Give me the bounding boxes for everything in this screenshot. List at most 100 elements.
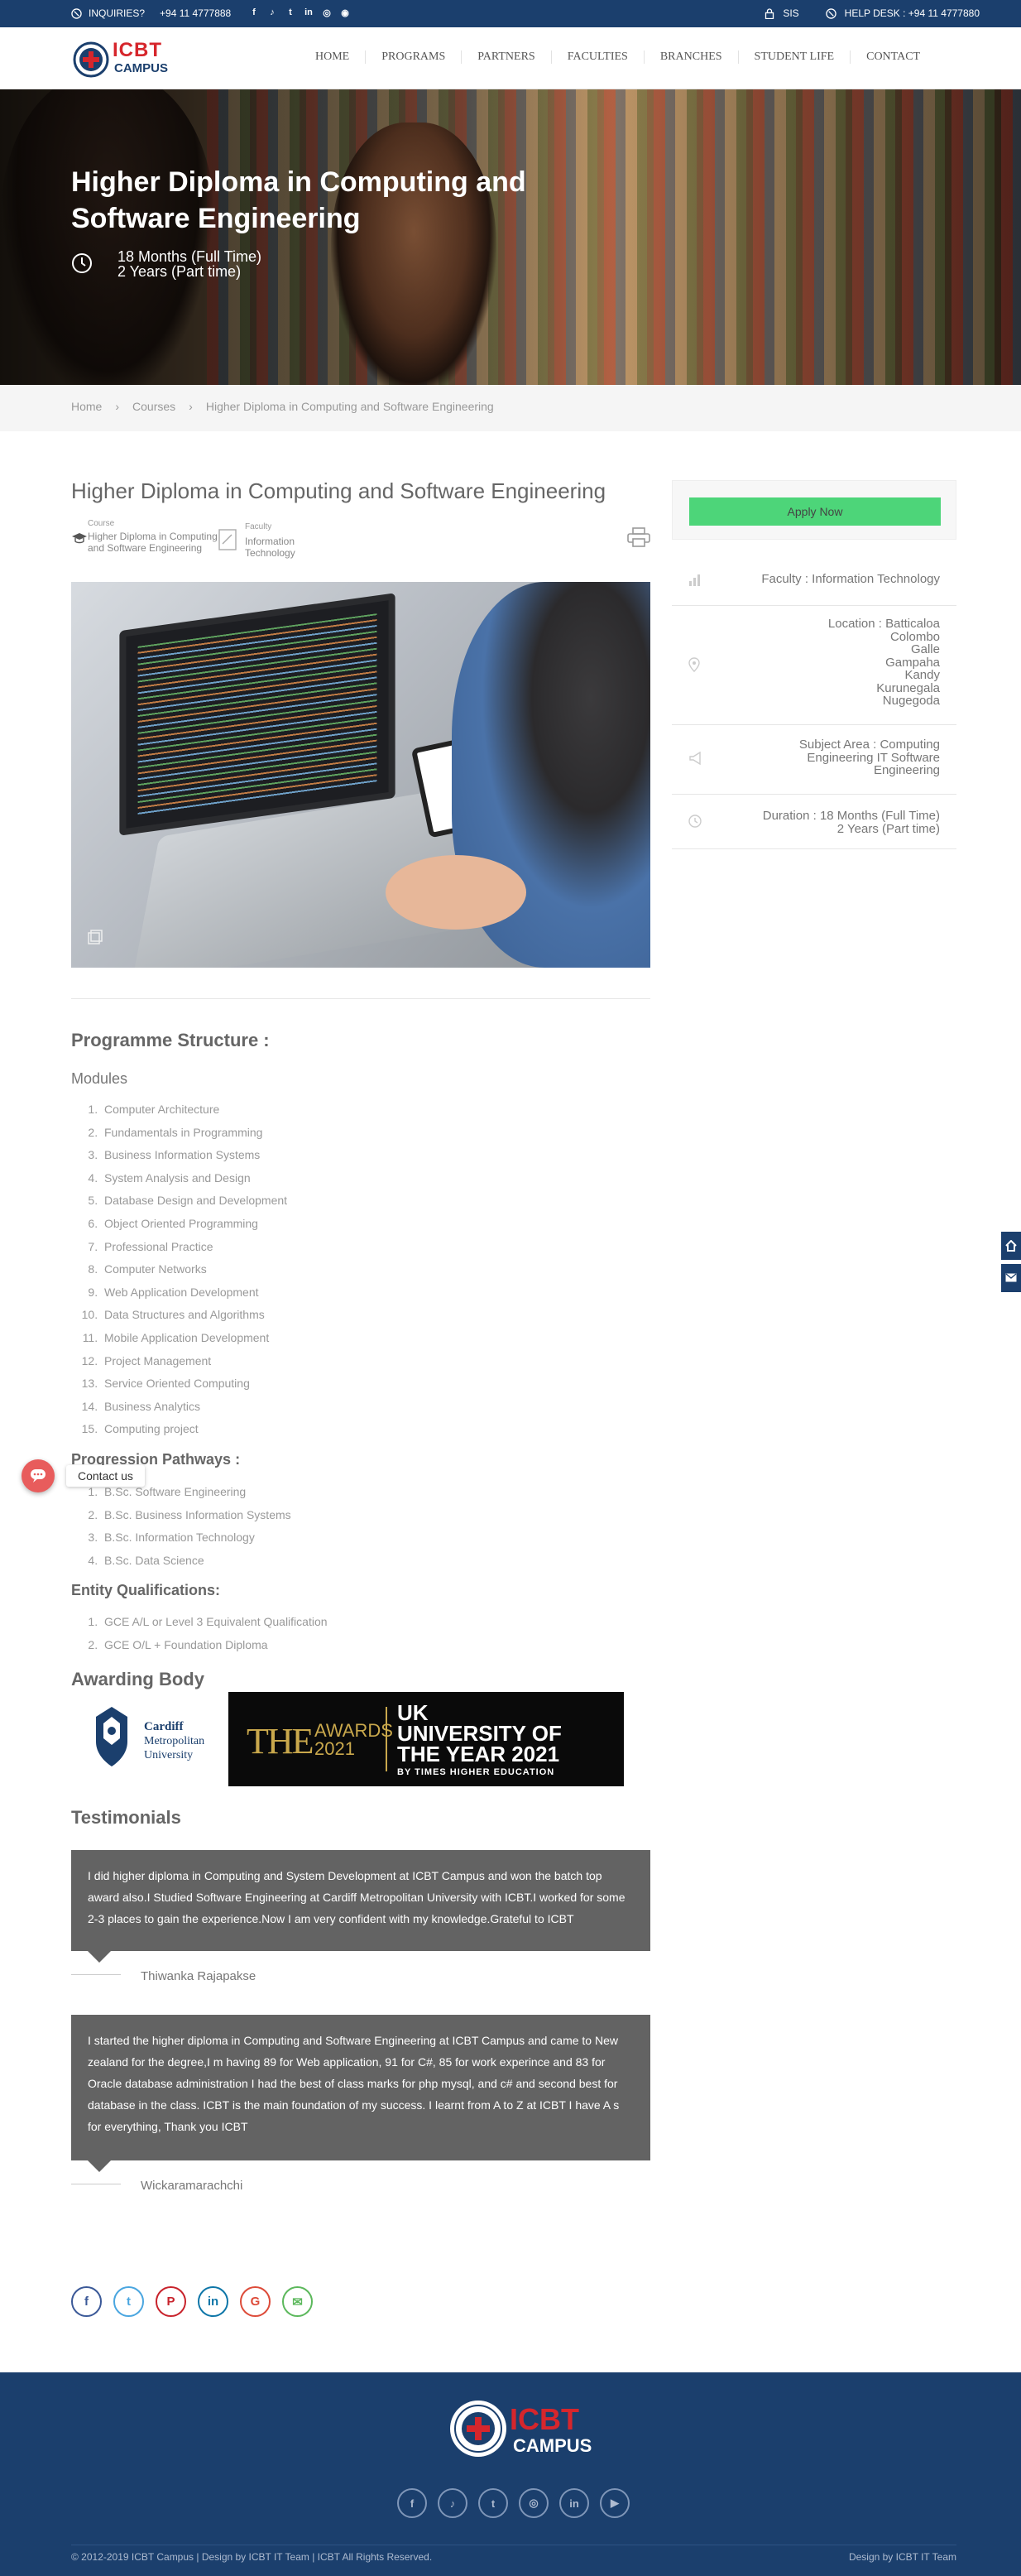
facebook-icon[interactable]: f: [248, 7, 260, 18]
sidebar-subject: Subject Area : Computing Engineering IT …: [672, 725, 956, 795]
sidebar-location: Location : Batticaloa Colombo Galle Gamp…: [672, 606, 956, 725]
chevron-right-icon: ›: [189, 400, 193, 413]
mail-icon: [1005, 1273, 1017, 1282]
footer-logo-top: ICBT: [510, 2402, 579, 2436]
tiktok-icon[interactable]: ♪: [266, 7, 278, 18]
list-item: Business Information Systems: [101, 1144, 287, 1167]
sidebar-location-item: Colombo: [889, 629, 940, 644]
breadcrumb-courses[interactable]: Courses: [132, 400, 175, 413]
footer-logo[interactable]: ICBT CAMPUS: [448, 2399, 592, 2458]
whatsapp-icon[interactable]: ◉: [339, 7, 351, 18]
list-item: Service Oriented Computing: [101, 1372, 287, 1396]
share-linkedin-icon[interactable]: in: [198, 2286, 228, 2317]
sidebar-faculty: Faculty : Information Technology: [672, 556, 956, 606]
inquiries-label: INQUIRIES?: [89, 7, 146, 19]
sidebar-subject-text: Subject Area : Computing Engineering IT …: [798, 738, 940, 777]
chat-icon: [30, 1468, 46, 1483]
footer-twitter-icon[interactable]: t: [478, 2488, 508, 2518]
apply-now-button[interactable]: Apply Now: [689, 497, 941, 526]
entry-qualifications-heading: Entity Qualifications:: [71, 1582, 221, 1598]
list-item: Fundamentals in Programming: [101, 1122, 287, 1145]
nav-home[interactable]: HOME: [300, 50, 365, 64]
awarding-body-heading: Awarding Body: [71, 1669, 204, 1689]
top-right: SIS HELP DESK : +94 11 4777880: [765, 7, 980, 19]
icbt-logo[interactable]: ICBT CAMPUS: [73, 39, 168, 78]
footer-linkedin-icon[interactable]: in: [559, 2488, 589, 2518]
the-awards-banner: THE AWARDS 2021 UK UNIVERSITY OF THE YEA…: [228, 1692, 624, 1786]
testimonial-author: Thiwanka Rajapakse: [141, 1969, 256, 1983]
share-twitter-icon[interactable]: t: [113, 2286, 144, 2317]
nav-faculties[interactable]: FACULTIES: [550, 50, 644, 64]
top-social: f ♪ t in ◎ ◉: [248, 7, 351, 18]
main-nav: HOME PROGRAMS PARTNERS FACULTIES BRANCHE…: [300, 50, 936, 64]
list-item: B.Sc. Information Technology: [101, 1526, 291, 1550]
footer-tiktok-icon[interactable]: ♪: [438, 2488, 467, 2518]
helpdesk-phone-icon: [825, 7, 836, 19]
sis-link[interactable]: SIS: [783, 7, 798, 19]
list-item: Mobile Application Development: [101, 1327, 287, 1350]
sidebar-location-item: Galle: [910, 642, 940, 656]
course-image: [71, 582, 650, 968]
clock-icon: [71, 252, 93, 274]
top-bar: INQUIRIES? +94 11 4777888 f ♪ t in ◎ ◉ S…: [0, 0, 1021, 27]
footer-social: f ♪ t ◎ in ▶: [397, 2488, 630, 2518]
sidebar-location-item: Kandy: [904, 668, 940, 682]
float-home-button[interactable]: [1001, 1232, 1021, 1260]
nav-branches[interactable]: BRANCHES: [643, 50, 738, 64]
helpdesk-link[interactable]: HELP DESK : +94 11 4777880: [845, 7, 980, 19]
list-item: System Analysis and Design: [101, 1167, 287, 1190]
sidebar-duration-part: 2 Years (Part time): [836, 821, 940, 836]
footer-youtube-icon[interactable]: ▶: [600, 2488, 630, 2518]
footer-facebook-icon[interactable]: f: [397, 2488, 427, 2518]
share-email-icon[interactable]: ✉: [282, 2286, 313, 2317]
list-item: Project Management: [101, 1350, 287, 1373]
cardiff-text-3: University: [144, 1749, 194, 1761]
twitter-icon[interactable]: t: [285, 7, 296, 18]
breadcrumb-current: Higher Diploma in Computing and Software…: [205, 400, 494, 413]
cardiff-text-1: Cardiff: [144, 1720, 184, 1733]
course-value: Higher Diploma in Computing and Software…: [88, 531, 218, 554]
site-header: ICBT CAMPUS HOME PROGRAMS PARTNERS FACUL…: [0, 27, 1021, 89]
breadcrumb-home[interactable]: Home: [71, 400, 102, 413]
hero-duration-part: 2 Years (Part time): [117, 263, 242, 280]
sidebar-location-item: Gampaha: [885, 655, 940, 670]
linkedin-icon[interactable]: in: [303, 7, 314, 18]
print-icon[interactable]: [627, 527, 650, 547]
instagram-icon[interactable]: ◎: [321, 7, 333, 18]
contact-us-button[interactable]: [22, 1459, 55, 1492]
awards-year: 2021: [314, 1738, 355, 1759]
nav-contact[interactable]: CONTACT: [850, 50, 936, 64]
footer-logo-bottom: CAMPUS: [513, 2435, 592, 2457]
list-item: Computing project: [101, 1418, 287, 1441]
share-pinterest-icon[interactable]: P: [156, 2286, 186, 2317]
footer-instagram-icon[interactable]: ◎: [519, 2488, 549, 2518]
contact-us-label[interactable]: Contact us: [66, 1465, 145, 1487]
list-item: B.Sc. Business Information Systems: [101, 1504, 291, 1527]
share-bar: f t P in G ✉: [71, 2286, 313, 2317]
breadcrumb: Home › Courses › Higher Diploma in Compu…: [0, 385, 1021, 431]
logo-text-bottom: CAMPUS: [114, 61, 169, 75]
testimonial-author: Wickaramarachchi: [141, 2179, 243, 2193]
inquiries-phone[interactable]: +94 11 4777888: [160, 7, 231, 19]
nav-programs[interactable]: PROGRAMS: [365, 50, 461, 64]
course-label: Course: [88, 519, 115, 528]
cardiff-text-2: Metropolitan: [144, 1735, 205, 1747]
pathways-list: B.Sc. Software Engineering B.Sc. Busines…: [71, 1481, 291, 1572]
hero-duration: 18 Months (Full Time) 2 Years (Part time…: [117, 249, 261, 279]
share-google-icon[interactable]: G: [240, 2286, 271, 2317]
page-title: Higher Diploma in Computing and Software…: [71, 478, 606, 503]
share-facebook-icon[interactable]: f: [71, 2286, 102, 2317]
nav-partners[interactable]: PARTNERS: [461, 50, 550, 64]
avatar: [71, 2173, 121, 2184]
logo-text-top: ICBT: [113, 39, 162, 61]
float-mail-button[interactable]: [1001, 1264, 1021, 1292]
testimonial-card: I did higher diploma in Computing and Sy…: [71, 1850, 650, 1963]
list-item: GCE A/L or Level 3 Equivalent Qualificat…: [101, 1611, 328, 1634]
footer-design-credit: Design by ICBT IT Team: [848, 2551, 956, 2563]
nav-student-life[interactable]: STUDENT LIFE: [737, 50, 851, 64]
map-pin-icon: [688, 657, 700, 672]
sidebar-faculty-text: Faculty : Information Technology: [761, 572, 940, 586]
inquiries[interactable]: INQUIRIES? +94 11 4777888: [71, 7, 231, 19]
list-item: Computer Networks: [101, 1258, 287, 1281]
modules-list: Computer Architecture Fundamentals in Pr…: [71, 1098, 287, 1441]
